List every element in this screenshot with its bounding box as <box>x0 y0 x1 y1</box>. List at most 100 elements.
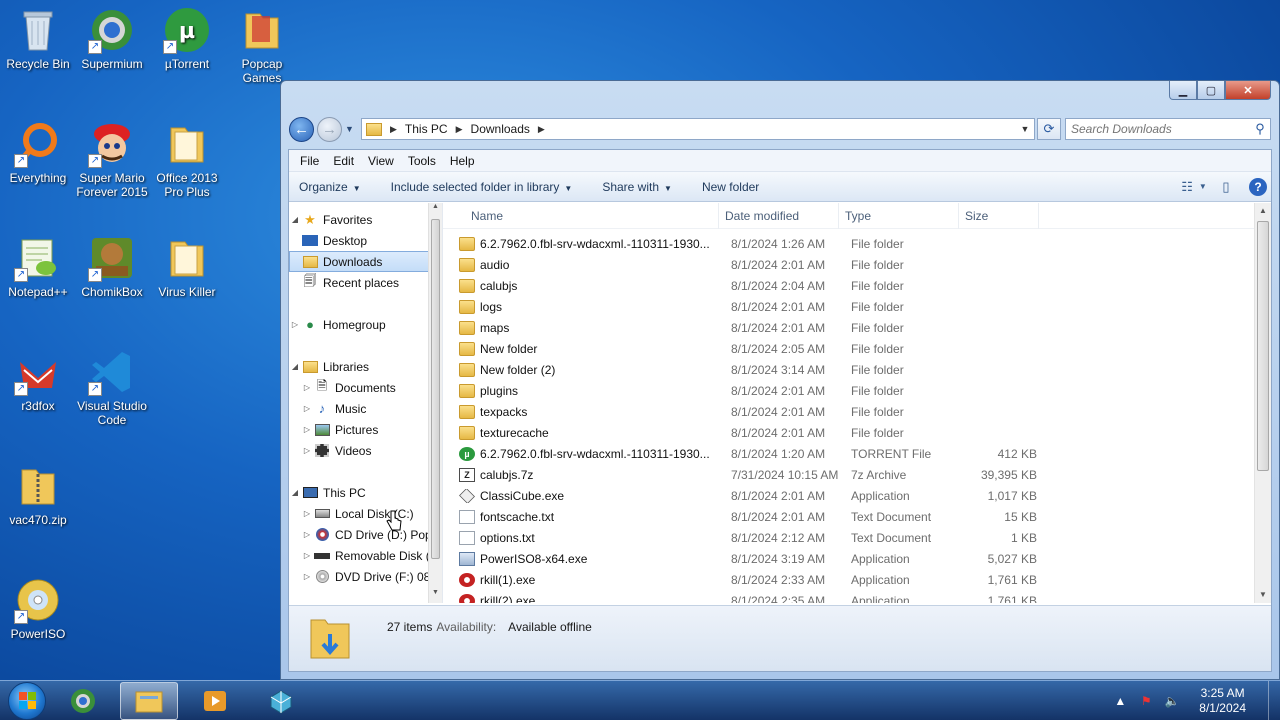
desktop-icon-poweriso[interactable]: ↗ PowerISO <box>0 576 76 641</box>
expand-triangle-icon[interactable]: ▷ <box>301 509 313 518</box>
file-row[interactable]: calubjs 8/1/2024 2:04 AM File folder <box>443 275 1271 296</box>
menu-view[interactable]: View <box>361 154 401 168</box>
scroll-up-icon[interactable]: ▲ <box>1255 203 1271 219</box>
refresh-button[interactable]: ⟳ <box>1037 118 1061 140</box>
file-row[interactable]: maps 8/1/2024 2:01 AM File folder <box>443 317 1271 338</box>
help-button[interactable]: ? <box>1245 176 1271 198</box>
file-name-cell[interactable]: PowerISO8-x64.exe <box>443 551 725 566</box>
file-row[interactable]: Zcalubjs.7z 7/31/2024 10:15 AM 7z Archive 3… <box>443 464 1271 485</box>
nav-removable-disk[interactable]: ▷ Removable Disk ( <box>289 545 442 566</box>
file-name-cell[interactable]: ClassiCube.exe <box>443 488 725 503</box>
breadcrumb-downloads[interactable]: Downloads <box>471 122 530 136</box>
expand-triangle-icon[interactable]: ▷ <box>301 572 313 581</box>
file-row[interactable]: texturecache 8/1/2024 2:01 AM File folder <box>443 422 1271 443</box>
show-desktop-button[interactable] <box>1268 680 1280 720</box>
column-date-modified[interactable]: Date modified <box>719 203 839 229</box>
file-name-cell[interactable]: rkill(2).exe <box>443 593 725 603</box>
chevron-right-icon[interactable]: ▶ <box>538 124 545 135</box>
expand-triangle-icon[interactable]: ▷ <box>301 425 313 434</box>
column-name[interactable]: Name <box>443 203 719 229</box>
file-name-cell[interactable]: fontscache.txt <box>443 509 725 524</box>
desktop-icon-supermium[interactable]: ↗ Supermium <box>74 6 150 71</box>
nav-local-disk[interactable]: ▷ Local Disk (C:) <box>289 503 442 524</box>
maximize-button[interactable]: ▢ <box>1197 81 1225 100</box>
file-row[interactable]: PowerISO8-x64.exe 8/1/2024 3:19 AM Applica… <box>443 548 1271 569</box>
forward-button[interactable]: → <box>317 116 342 142</box>
file-row[interactable]: options.txt 8/1/2024 2:12 AM Text Document… <box>443 527 1271 548</box>
scroll-up-icon[interactable]: ▲ <box>429 203 442 217</box>
nav-pictures[interactable]: ▷ Pictures <box>289 419 442 440</box>
nav-downloads[interactable]: Downloads <box>289 251 442 272</box>
menu-edit[interactable]: Edit <box>326 154 361 168</box>
nav-favorites[interactable]: ◢ ★ Favorites <box>289 209 442 230</box>
file-row[interactable]: rkill(2).exe 8/1/2024 2:35 AM Application 1… <box>443 590 1271 603</box>
clock[interactable]: 3:25 AM 8/1/2024 <box>1199 686 1246 716</box>
address-bar[interactable]: ▶ This PC ▶ Downloads ▶ ▼ <box>361 118 1035 140</box>
nav-videos[interactable]: ▷ Videos <box>289 440 442 461</box>
search-icon[interactable]: ⚲ <box>1250 121 1270 137</box>
nav-cd-drive[interactable]: ▷ CD Drive (D:) Pop <box>289 524 442 545</box>
expand-triangle-icon[interactable]: ▷ <box>289 320 301 329</box>
nav-scrollbar-thumb[interactable] <box>431 219 440 559</box>
show-hidden-icons-icon[interactable]: ▲ <box>1109 694 1131 708</box>
file-name-cell[interactable]: texpacks <box>443 404 725 419</box>
file-list-scrollbar[interactable]: ▲ ▼ <box>1254 203 1271 603</box>
start-button[interactable] <box>8 681 46 720</box>
desktop-icon-office-2013[interactable]: Office 2013 Pro Plus <box>149 120 225 199</box>
address-dropdown-icon[interactable]: ▼ <box>1016 124 1034 134</box>
file-row[interactable]: texpacks 8/1/2024 2:01 AM File folder <box>443 401 1271 422</box>
view-options-icon[interactable]: ☷ ▼ <box>1181 176 1207 198</box>
file-name-cell[interactable]: calubjs <box>443 278 725 293</box>
expand-triangle-icon[interactable]: ▷ <box>301 551 313 560</box>
search-box[interactable]: ⚲ <box>1065 118 1271 140</box>
chevron-right-icon[interactable]: ▶ <box>390 124 397 135</box>
file-name-cell[interactable]: µ 6.2.7962.0.fbl-srv-wdacxml.-110311-1930… <box>443 446 725 461</box>
column-size[interactable]: Size <box>959 203 1039 229</box>
desktop-icon-vac470-zip[interactable]: vac470.zip <box>0 462 76 527</box>
desktop-icon-r3dfox[interactable]: ↗ r3dfox <box>0 348 76 413</box>
taskbar-media-player[interactable] <box>186 682 244 720</box>
file-row[interactable]: ClassiCube.exe 8/1/2024 2:01 AM Applicatio… <box>443 485 1271 506</box>
share-with-button[interactable]: Share with ▼ <box>602 180 672 194</box>
file-row[interactable]: New folder 8/1/2024 2:05 AM File folder <box>443 338 1271 359</box>
file-row[interactable]: New folder (2) 8/1/2024 3:14 AM File folde… <box>443 359 1271 380</box>
file-name-cell[interactable]: New folder (2) <box>443 362 725 377</box>
expand-triangle-icon[interactable]: ◢ <box>289 362 301 371</box>
file-name-cell[interactable]: New folder <box>443 341 725 356</box>
taskbar-file-explorer[interactable] <box>120 681 178 720</box>
nav-recent-places[interactable]: 🗐 Recent places <box>289 272 442 293</box>
file-name-cell[interactable]: plugins <box>443 383 725 398</box>
organize-button[interactable]: Organize ▼ <box>299 180 361 194</box>
desktop-icon-everything[interactable]: ↗ Everything <box>0 120 76 185</box>
file-name-cell[interactable]: maps <box>443 320 725 335</box>
file-name-cell[interactable]: audio <box>443 257 725 272</box>
nav-homegroup[interactable]: ▷ ● Homegroup <box>289 314 442 335</box>
desktop-icon-super-mario[interactable]: ↗ Super Mario Forever 2015 <box>74 120 150 199</box>
expand-triangle-icon[interactable]: ▷ <box>301 446 313 455</box>
file-name-cell[interactable]: rkill(1).exe <box>443 572 725 587</box>
file-list-scrollbar-thumb[interactable] <box>1257 221 1269 471</box>
desktop-icon-virus-killer[interactable]: Virus Killer <box>149 234 225 299</box>
expand-triangle-icon[interactable]: ◢ <box>289 488 301 497</box>
file-row[interactable]: rkill(1).exe 8/1/2024 2:33 AM Application 1… <box>443 569 1271 590</box>
nav-this-pc[interactable]: ◢ This PC <box>289 482 442 503</box>
nav-libraries[interactable]: ◢ Libraries <box>289 356 442 377</box>
explorer-window[interactable]: ▁ ▢ ✕ ← → ▼ ▶ This PC ▶ Downloads ▶ ▼ ⟳ … <box>280 80 1280 680</box>
menu-tools[interactable]: Tools <box>401 154 443 168</box>
preview-pane-icon[interactable]: ▯ <box>1213 176 1239 198</box>
volume-icon[interactable]: 🔈 <box>1161 694 1183 708</box>
file-row[interactable]: fontscache.txt 8/1/2024 2:01 AM Text Docum… <box>443 506 1271 527</box>
nav-music[interactable]: ▷ ♪ Music <box>289 398 442 419</box>
back-button[interactable]: ← <box>289 116 314 142</box>
close-button[interactable]: ✕ <box>1225 81 1271 100</box>
desktop-icon-vscode[interactable]: ↗ Visual Studio Code <box>74 348 150 427</box>
nav-scrollbar[interactable]: ▲ ▼ <box>428 203 442 603</box>
menu-file[interactable]: File <box>293 154 326 168</box>
file-name-cell[interactable]: texturecache <box>443 425 725 440</box>
chevron-right-icon[interactable]: ▶ <box>456 124 463 135</box>
breadcrumb-this-pc[interactable]: This PC <box>405 122 448 136</box>
scroll-down-icon[interactable]: ▼ <box>1255 587 1271 603</box>
nav-desktop[interactable]: Desktop <box>289 230 442 251</box>
recent-pages-dropdown[interactable]: ▼ <box>345 124 357 134</box>
file-name-cell[interactable]: Zcalubjs.7z <box>443 467 725 482</box>
